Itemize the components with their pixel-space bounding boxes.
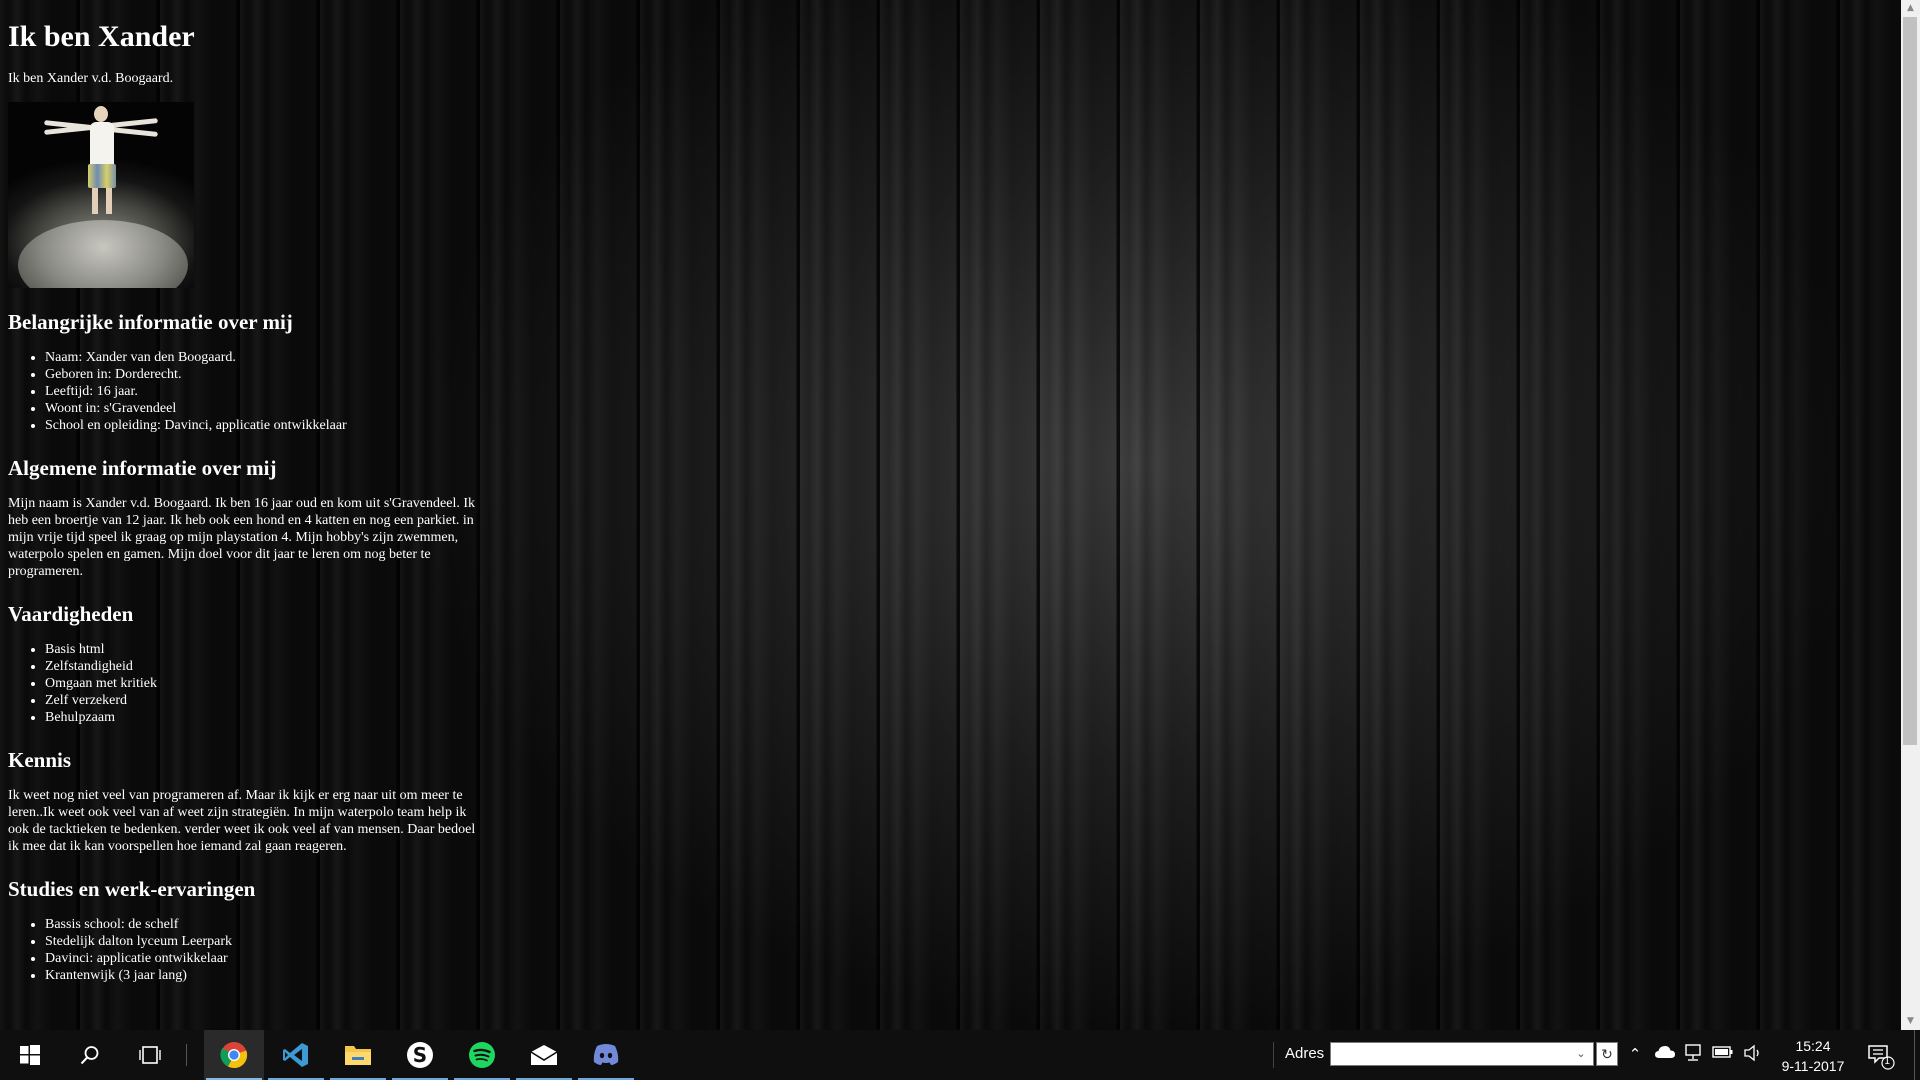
- section-heading-kennis: Kennis: [8, 748, 72, 772]
- system-clock[interactable]: 15:24 9-11-2017: [1765, 1036, 1861, 1076]
- profile-photo: [8, 102, 194, 288]
- show-desktop-button[interactable]: [1914, 1030, 1920, 1080]
- action-center-button[interactable]: 1: [1866, 1040, 1896, 1070]
- volume-icon[interactable]: [1742, 1044, 1764, 1067]
- onedrive-icon[interactable]: [1654, 1044, 1676, 1065]
- list-item: Davinci: applicatie ontwikkelaar: [45, 950, 478, 967]
- vscode-icon: [283, 1043, 308, 1067]
- section-heading-vaardigheden: Vaardigheden: [8, 602, 134, 626]
- belangrijk-list: Naam: Xander van den Boogaard. Geboren i…: [8, 349, 478, 434]
- kennis-text: Ik weet nog niet veel van programeren af…: [8, 788, 476, 854]
- discord-icon: [593, 1044, 619, 1065]
- taskbar-mail[interactable]: [514, 1030, 574, 1080]
- list-item: Bassis school: de schelf: [45, 916, 478, 933]
- mail-icon: [530, 1045, 558, 1065]
- taskbar-spotify[interactable]: [452, 1030, 512, 1080]
- battery-icon[interactable]: [1712, 1044, 1734, 1064]
- address-input[interactable]: [1330, 1042, 1594, 1066]
- scroll-up-arrow-icon[interactable]: ▲: [1901, 0, 1920, 17]
- notification-count-badge: 1: [1884, 1056, 1891, 1067]
- vaardigheden-list: Basis html Zelfstandigheid Omgaan met kr…: [8, 641, 478, 726]
- list-item: Behulpzaam: [45, 709, 478, 726]
- page-title: Ik ben Xander: [8, 20, 195, 53]
- address-toolbar-label: Adres: [1285, 1045, 1325, 1062]
- algemeen-text: Mijn naam is Xander v.d. Boogaard. Ik be…: [8, 496, 475, 579]
- taskbar-file-explorer[interactable]: [328, 1030, 388, 1080]
- search-button[interactable]: [60, 1030, 120, 1080]
- skype-icon: S: [407, 1042, 433, 1068]
- list-item: School en opleiding: Davinci, applicatie…: [45, 417, 478, 434]
- scroll-down-arrow-icon[interactable]: ▼: [1901, 1013, 1920, 1030]
- clock-date: 9-11-2017: [1781, 1058, 1845, 1074]
- chevron-up-icon[interactable]: ⌃: [1624, 1044, 1646, 1064]
- list-item: Naam: Xander van den Boogaard.: [45, 349, 478, 366]
- studies-list: Bassis school: de schelf Stedelijk dalto…: [8, 916, 478, 984]
- clock-time: 15:24: [1795, 1038, 1831, 1054]
- list-item: Leeftijd: 16 jaar.: [45, 383, 478, 400]
- windows-taskbar: S Adres ⌄ ↻ ⌃ 15:24 9-11-2017 1: [0, 1030, 1920, 1080]
- section-heading-studies: Studies en werk-ervaringen: [8, 877, 256, 901]
- chrome-icon: [220, 1042, 248, 1069]
- section-heading-belangrijk: Belangrijke informatie over mij: [8, 310, 293, 334]
- task-view-button[interactable]: [120, 1030, 180, 1080]
- list-item: Zelf verzekerd: [45, 692, 478, 709]
- svg-text:S: S: [413, 1043, 427, 1067]
- list-item: Basis html: [45, 641, 478, 658]
- file-explorer-icon: [345, 1046, 371, 1065]
- section-heading-algemeen: Algemene informatie over mij: [8, 456, 277, 480]
- refresh-icon[interactable]: ↻: [1596, 1042, 1618, 1066]
- chevron-down-icon[interactable]: ⌄: [1573, 1047, 1589, 1061]
- windows-start-icon: [20, 1045, 40, 1065]
- start-button[interactable]: [0, 1030, 60, 1080]
- scrollbar-thumb[interactable]: [1903, 17, 1917, 745]
- taskbar-discord[interactable]: [576, 1030, 636, 1080]
- list-item: Omgaan met kritiek: [45, 675, 478, 692]
- taskbar-skype[interactable]: S: [390, 1030, 450, 1080]
- search-icon: [80, 1046, 99, 1065]
- list-item: Stedelijk dalton lyceum Leerpark: [45, 933, 478, 950]
- page-content: Ik ben Xander Ik ben Xander v.d. Boogaar…: [8, 0, 478, 984]
- list-item: Woont in: s'Gravendeel: [45, 400, 478, 417]
- network-icon[interactable]: [1683, 1044, 1705, 1067]
- task-view-icon: [139, 1046, 161, 1064]
- intro-text: Ik ben Xander v.d. Boogaard.: [8, 71, 174, 86]
- taskbar-vscode[interactable]: [266, 1030, 326, 1080]
- list-item: Geboren in: Dorderecht.: [45, 366, 478, 383]
- list-item: Krantenwijk (3 jaar lang): [45, 967, 478, 984]
- spotify-icon: [469, 1042, 495, 1068]
- taskbar-chrome[interactable]: [204, 1030, 264, 1080]
- list-item: Zelfstandigheid: [45, 658, 478, 675]
